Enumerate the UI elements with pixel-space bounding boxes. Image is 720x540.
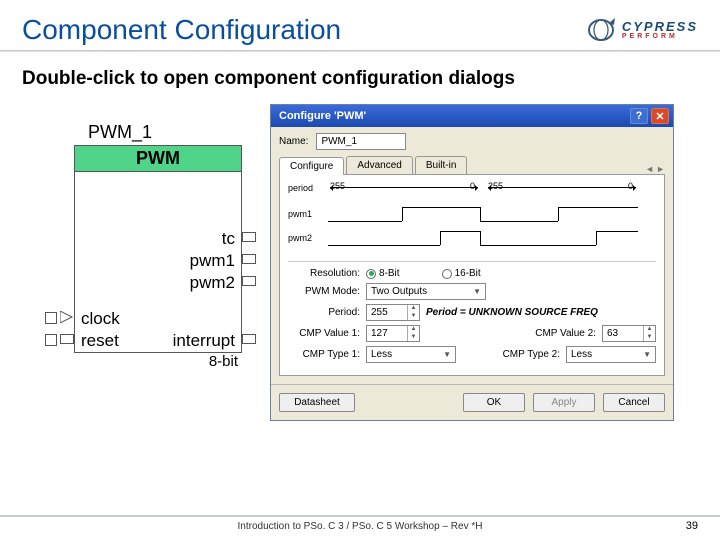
dialog-titlebar[interactable]: Configure 'PWM' ? ✕ xyxy=(271,105,673,127)
chevron-down-icon: ▼ xyxy=(473,287,481,296)
period-freq-note: Period = UNKNOWN SOURCE FREQ xyxy=(426,307,598,318)
pin-reset-interrupt: reset interrupt xyxy=(75,330,241,352)
cancel-button[interactable]: Cancel xyxy=(603,393,665,412)
tab-scroll[interactable]: ◄► xyxy=(645,164,665,174)
resolution-label: Resolution: xyxy=(288,268,360,279)
waveform-preview: period pwm1 pwm2 255 0 255 0 xyxy=(288,183,656,255)
period-label: Period: xyxy=(288,307,360,318)
slide-footer: Introduction to PSo. C 3 / PSo. C 5 Work… xyxy=(0,515,720,532)
name-input[interactable]: PWM_1 xyxy=(316,133,406,150)
apply-button[interactable]: Apply xyxy=(533,393,595,412)
chevron-down-icon: ▼ xyxy=(443,350,451,359)
tab-configure[interactable]: Configure xyxy=(279,157,344,175)
cmp1-label: CMP Value 1: xyxy=(288,328,360,339)
page-number: 39 xyxy=(686,520,698,532)
tab-builtin[interactable]: Built-in xyxy=(415,156,468,174)
dialog-title: Configure 'PWM' xyxy=(279,110,366,122)
pwm-mode-select[interactable]: Two Outputs▼ xyxy=(366,283,486,300)
chevron-down-icon: ▼ xyxy=(643,350,651,359)
close-button[interactable]: ✕ xyxy=(651,108,669,124)
cmpt2-select[interactable]: Less▼ xyxy=(566,346,656,363)
component-instance-name: PWM_1 xyxy=(22,122,252,143)
cmpt1-label: CMP Type 1: xyxy=(288,349,360,360)
pin-pwm1: pwm1 xyxy=(75,250,241,272)
pwm-mode-label: PWM Mode: xyxy=(288,286,360,297)
radio-16bit[interactable]: 16-Bit xyxy=(442,268,481,279)
ok-button[interactable]: OK xyxy=(463,393,525,412)
pin-clock: clock xyxy=(75,308,241,330)
datasheet-button[interactable]: Datasheet xyxy=(279,393,355,412)
component-symbol[interactable]: PWM_1 PWM tc pwm1 pwm2 clock reset inter… xyxy=(22,122,252,421)
configure-dialog: Configure 'PWM' ? ✕ Name: PWM_1 Configur… xyxy=(270,104,674,421)
cmpt2-label: CMP Type 2: xyxy=(482,349,560,360)
pin-pwm2: pwm2 xyxy=(75,272,241,294)
title-rule xyxy=(0,50,720,52)
cmp1-input[interactable]: 127▲▼ xyxy=(366,325,420,342)
period-input[interactable]: 255▲▼ xyxy=(366,304,420,321)
cmp2-label: CMP Value 2: xyxy=(518,328,596,339)
name-label: Name: xyxy=(279,136,308,147)
component-resolution: 8-bit xyxy=(74,353,242,370)
radio-8bit[interactable]: 8-Bit xyxy=(366,268,400,279)
logo-word: CYPRESS xyxy=(622,20,698,33)
tab-strip: Configure Advanced Built-in ◄► xyxy=(279,156,665,175)
tab-advanced[interactable]: Advanced xyxy=(346,156,412,174)
logo-sub: PERFORM xyxy=(622,33,698,40)
component-type: PWM xyxy=(75,146,241,172)
help-button[interactable]: ? xyxy=(630,108,648,124)
cypress-logo: CYPRESS PERFORM xyxy=(588,16,698,44)
cmpt1-select[interactable]: Less▼ xyxy=(366,346,456,363)
slide-title: Component Configuration xyxy=(22,14,341,46)
slide-subtitle: Double-click to open component configura… xyxy=(0,62,720,104)
cmp2-input[interactable]: 63▲▼ xyxy=(602,325,656,342)
pin-tc: tc xyxy=(75,228,241,250)
